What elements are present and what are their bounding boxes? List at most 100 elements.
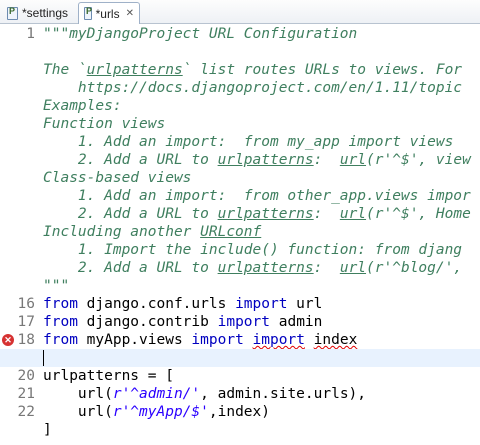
code-token: Class-based views — [43, 170, 192, 186]
code-token: import — [191, 332, 244, 348]
code-line[interactable]: 17 from django.contrib import admin — [0, 313, 480, 331]
code-token: : — [313, 206, 340, 222]
code-line[interactable]: https://docs.djangoproject.com/en/1.11/t… — [0, 79, 480, 97]
code-token: import — [217, 314, 270, 330]
code-token: Function views — [43, 116, 166, 132]
tab-settings[interactable]: *settings — [2, 2, 74, 24]
line-number: 17 — [17, 314, 35, 330]
code-text: 2. Add a URL to urlpatterns: url(r'^$', … — [43, 151, 471, 169]
code-text: ] — [43, 421, 52, 439]
code-token: url — [339, 152, 367, 168]
code-text: url(r'^admin/', admin.site.urls), — [43, 385, 366, 403]
code-token: 2. Add a URL to — [43, 260, 218, 276]
code-line[interactable]: 16 from django.conf.urls import url — [0, 295, 480, 313]
code-text: 1. Add an import: from other_app.views i… — [43, 187, 471, 205]
code-token: , admin.site.urls), — [200, 386, 367, 402]
code-line[interactable]: 1. Import the include() function: from d… — [0, 241, 480, 259]
code-token: admin — [270, 314, 323, 330]
code-text: Class-based views — [43, 169, 191, 187]
code-token: (r'^$', view — [366, 152, 471, 168]
code-line[interactable]: 1 """myDjangoProject URL Configuration — [0, 25, 480, 43]
code-line[interactable]: Function views — [0, 115, 480, 133]
code-line[interactable]: Examples: — [0, 97, 480, 115]
code-token: urlpatterns — [217, 260, 314, 276]
code-token: (r'^blog/', — [366, 260, 463, 276]
code-line[interactable]: Class-based views — [0, 169, 480, 187]
code-editor[interactable]: 1 """myDjangoProject URL Configuration The… — [0, 24, 480, 445]
tab-label: *urls — [95, 6, 120, 21]
code-token: Including another — [43, 224, 201, 240]
code-token: django.contrib — [77, 314, 218, 330]
code-token: url — [339, 206, 367, 222]
code-token: : — [313, 260, 340, 276]
code-text: 1. Add an import: from my_app import vie… — [43, 133, 453, 151]
line-number: 20 — [17, 368, 35, 384]
code-token: (r'^$', Home — [366, 206, 471, 222]
code-token: import — [252, 332, 305, 348]
code-text: 2. Add a URL to urlpatterns: url(r'^$', … — [43, 205, 471, 223]
code-text: 1. Import the include() function: from d… — [43, 241, 462, 259]
code-token: myApp.views — [77, 332, 192, 348]
code-token: ` list routes URLs to views. For — [182, 62, 463, 78]
code-line[interactable]: 1. Add an import: from my_app import vie… — [0, 133, 480, 151]
code-token: url — [287, 296, 323, 312]
code-line[interactable]: 22 url(r'^myApp/$',index) — [0, 403, 480, 421]
code-text: Examples: — [43, 97, 122, 115]
code-line[interactable]: 2. Add a URL to urlpatterns: url(r'^$', … — [0, 151, 480, 169]
code-token: : — [313, 152, 340, 168]
code-token: index — [313, 332, 358, 348]
code-token: 1. Add an import: from other_app.views i… — [43, 188, 471, 204]
code-text: """myDjangoProject URL Configuration — [43, 25, 357, 43]
code-token: The ` — [43, 62, 87, 78]
code-line[interactable]: 2. Add a URL to urlpatterns: url(r'^$', … — [0, 205, 480, 223]
code-token: ] — [43, 422, 52, 438]
code-text: url(r'^myApp/$',index) — [43, 403, 270, 421]
code-token: Examples: — [43, 98, 122, 114]
code-line[interactable]: Including another URLconf — [0, 223, 480, 241]
code-token: 2. Add a URL to — [43, 152, 218, 168]
code-token: urlpatterns — [217, 206, 314, 222]
code-text: https://docs.djangoproject.com/en/1.11/t… — [43, 79, 462, 97]
code-token: urlpatterns = [ — [43, 368, 174, 384]
code-text: The `urlpatterns` list routes URLs to vi… — [43, 61, 462, 79]
code-line[interactable]: ✕ 18 from myApp.views import import index — [0, 331, 480, 349]
code-token: urlpatterns — [86, 62, 183, 78]
code-text: urlpatterns = [ — [43, 367, 174, 385]
code-line[interactable]: 21 url(r'^admin/', admin.site.urls), — [0, 385, 480, 403]
code-text: from myApp.views import import index — [43, 331, 357, 349]
code-line[interactable]: 20 urlpatterns = [ — [0, 367, 480, 385]
code-text: from django.contrib import admin — [43, 313, 322, 331]
code-token: from — [43, 332, 78, 348]
code-line[interactable]: ] — [0, 421, 480, 439]
code-token: url( — [43, 386, 113, 402]
code-token: URLconf — [200, 224, 262, 240]
code-line[interactable]: 1. Add an import: from other_app.views i… — [0, 187, 480, 205]
code-line[interactable]: """ — [0, 277, 480, 295]
code-token: urlpatterns — [217, 152, 314, 168]
close-icon[interactable]: ✕ — [126, 8, 134, 19]
code-line[interactable]: 2. Add a URL to urlpatterns: url(r'^blog… — [0, 259, 480, 277]
code-token: django.conf.urls — [77, 296, 236, 312]
tab-urls[interactable]: *urls ✕ — [78, 2, 140, 24]
code-token: """ — [43, 278, 70, 294]
line-number: 18 — [17, 332, 35, 348]
python-file-icon — [84, 6, 92, 20]
code-text: 2. Add a URL to urlpatterns: url(r'^blog… — [43, 259, 462, 277]
code-line[interactable]: The `urlpatterns` list routes URLs to vi… — [0, 61, 480, 79]
code-token: 1. Import the include() function: from d… — [43, 242, 463, 258]
code-text: from django.conf.urls import url — [43, 295, 322, 313]
code-token: https://docs.djangoproject.com/en/1.11/t… — [43, 80, 463, 96]
code-text: Including another URLconf — [43, 223, 261, 241]
code-token: 2. Add a URL to — [43, 206, 218, 222]
python-file-icon — [7, 6, 18, 20]
line-number: 22 — [17, 404, 35, 420]
code-line[interactable] — [0, 349, 480, 367]
code-line[interactable] — [0, 43, 480, 61]
line-number: 16 — [17, 296, 35, 312]
code-token: r'^admin/' — [112, 386, 201, 402]
line-number: 1 — [26, 26, 35, 42]
line-number: 21 — [17, 386, 35, 402]
code-text: Function views — [43, 115, 165, 133]
